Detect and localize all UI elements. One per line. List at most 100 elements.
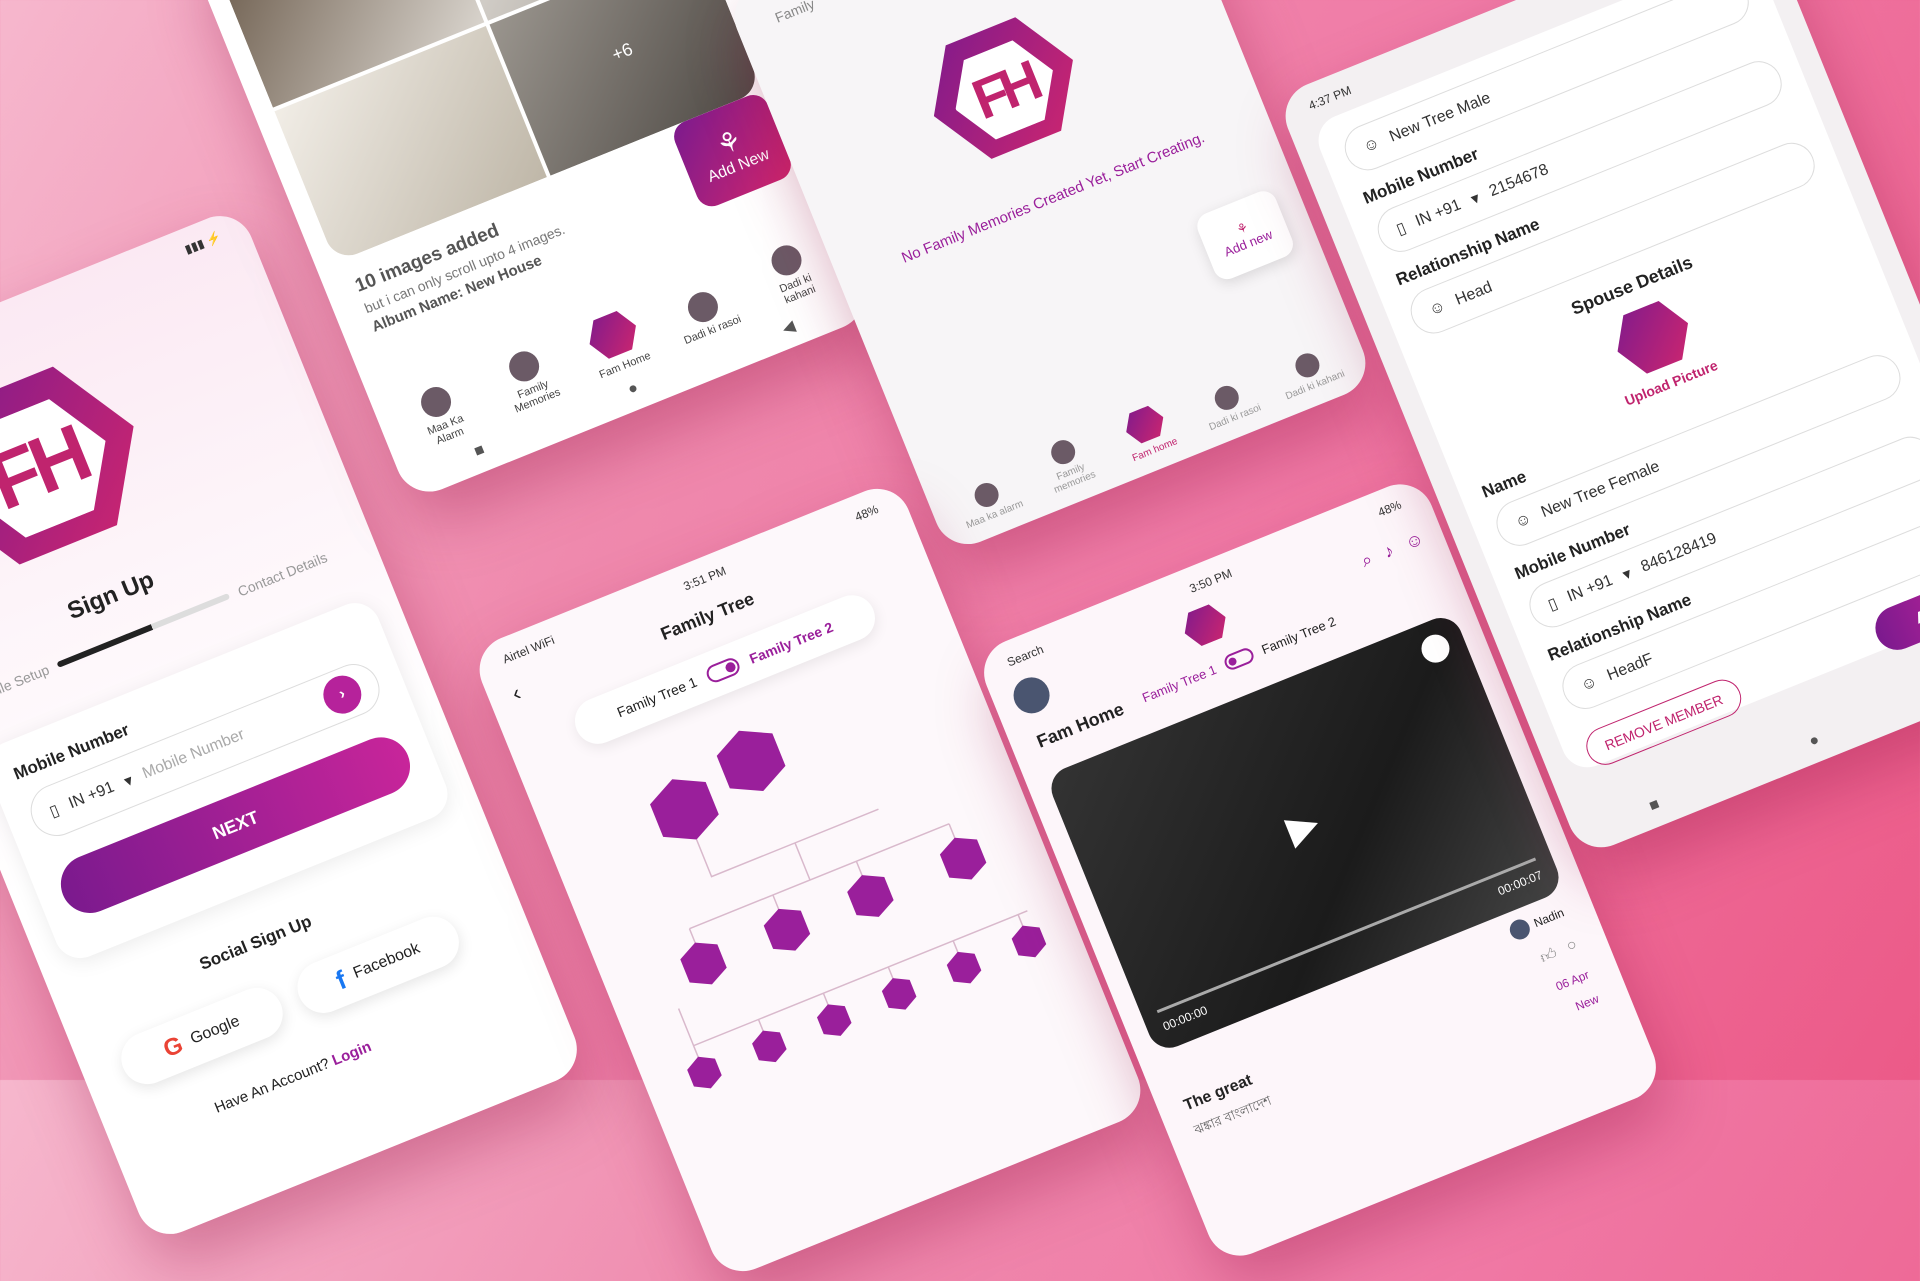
google-label: Google [188, 1012, 243, 1048]
mobile-input[interactable]: Mobile Number [140, 726, 247, 783]
next-arrow-button[interactable]: › [317, 669, 368, 720]
header-actions: ⌕ ♪ ☺ [1358, 528, 1427, 572]
nav-dadi-ki-kahani[interactable]: Dadi ki kahani [1273, 342, 1347, 402]
nav-fam-home[interactable]: Fam home [1108, 396, 1186, 467]
country-code-select[interactable]: IN +91 [1565, 572, 1616, 607]
play-icon[interactable]: ▶ [1280, 799, 1326, 853]
user-icon: ☺ [1360, 134, 1383, 157]
tree-node [939, 837, 987, 880]
nav-fam-home[interactable]: Fam Home [574, 302, 657, 383]
new-badge: New [1573, 991, 1601, 1014]
bottom-nav: Maa ka alarm Family memories Fam home Da… [925, 322, 1371, 542]
family-tree-screen: Airtel WiFi 3:51 PM 48% ‹ Family Tree Fa… [469, 478, 1151, 1281]
recents-icon[interactable]: ■ [1647, 796, 1663, 818]
mobile-input[interactable]: 2154678 [1487, 161, 1552, 201]
facebook-label: Facebook [350, 939, 423, 982]
post-actions: 👍︎ ○ [1538, 936, 1581, 968]
tree-node [763, 908, 811, 951]
nav-dadi-ki-rasoi[interactable]: Dadi ki rasoi [1193, 375, 1267, 435]
nav-dadi-ki-rasoi[interactable]: Dadi ki rasoi [668, 281, 745, 348]
spouse-mobile-input[interactable]: 846128419 [1639, 530, 1720, 577]
spouse-relationship-input[interactable]: HeadF [1605, 650, 1656, 685]
like-icon[interactable]: 👍︎ [1538, 944, 1561, 968]
tree-node [881, 978, 917, 1010]
post-date: 06 Apr [1553, 967, 1592, 994]
tree-node [946, 951, 982, 984]
google-button[interactable]: G Google [113, 980, 291, 1092]
page-title: Sign Up [63, 566, 158, 626]
relationship-input[interactable]: Head [1453, 279, 1495, 310]
toggle-switch[interactable] [704, 655, 743, 685]
have-account-text: Have An Account? [212, 1055, 333, 1117]
bell-icon[interactable]: ♪ [1381, 540, 1397, 563]
more-photos-count: +6 [609, 38, 636, 66]
carrier-text: Search [1005, 642, 1046, 670]
chevron-down-icon: ▾ [1468, 189, 1483, 209]
google-icon: G [159, 1031, 187, 1064]
add-new-memory-button[interactable]: ⚘ Add new [1193, 187, 1298, 284]
user-icon: ☺ [1578, 672, 1600, 695]
nav-dadi-ki-kahani[interactable]: Dadi ki kahani [751, 235, 832, 313]
toggle-switch[interactable] [1221, 646, 1256, 673]
alarm-icon [971, 479, 1003, 511]
user-icon: ☺ [1512, 509, 1534, 532]
poster-label: Nadin [1531, 905, 1567, 931]
nav-family-memories[interactable]: Family Memories [488, 341, 569, 419]
tree-node [752, 1030, 787, 1063]
memories-header: Family [772, 0, 817, 26]
rasoi-icon [1211, 382, 1243, 414]
phone-icon: ▯ [47, 801, 62, 821]
group-icon[interactable]: ☺ [1402, 528, 1427, 554]
time-text: 4:37 PM [1306, 82, 1354, 113]
comment-icon[interactable]: ○ [1564, 936, 1580, 957]
time-text: 3:50 PM [1187, 566, 1235, 596]
share-icon[interactable] [1417, 630, 1454, 667]
social-title: Social Sign Up [196, 911, 315, 974]
battery-text: 48% [1375, 497, 1404, 520]
tree-node [680, 942, 727, 985]
time-text: 3:51 PM [681, 563, 729, 594]
tree-node [650, 779, 719, 840]
tree-node [816, 1004, 852, 1036]
toggle-label-right[interactable]: Family Tree 2 [747, 619, 835, 667]
name-input[interactable]: New Tree Male [1387, 89, 1494, 146]
avatar[interactable] [1008, 671, 1055, 719]
app-logo: FH [0, 338, 169, 593]
back-icon[interactable]: ◀ [779, 316, 798, 339]
home-icon[interactable]: ● [1807, 731, 1823, 753]
battery-text: 48% [852, 502, 881, 525]
phone-icon: ▯ [1545, 595, 1561, 615]
nav-label: Family memories [1052, 461, 1098, 496]
app-logo [1177, 598, 1233, 652]
chevron-down-icon: ▾ [121, 772, 136, 791]
battery-icon: ▮▮▮ ⚡ [182, 229, 224, 257]
home-icon[interactable]: ● [625, 379, 641, 401]
avatar [1506, 916, 1533, 943]
tree-node [716, 730, 786, 792]
logo-mark: FH [963, 49, 1046, 131]
country-code-select[interactable]: IN +91 [1413, 196, 1464, 231]
empty-state-text: No Family Memories Created Yet, Start Cr… [899, 129, 1208, 267]
nav-family-memories[interactable]: Family memories [1029, 429, 1107, 499]
video-scrubber[interactable] [1156, 857, 1537, 1014]
tree-node [847, 875, 894, 917]
nav-label: Dadi ki rasoi [1207, 402, 1263, 434]
toggle-label-left[interactable]: Family Tree 1 [615, 674, 700, 721]
search-icon[interactable]: ⌕ [1358, 548, 1375, 571]
kahani-icon [1291, 349, 1323, 382]
recents-icon[interactable]: ■ [472, 441, 488, 463]
app-logo: FH [908, 0, 1098, 179]
login-link[interactable]: Login [330, 1038, 374, 1069]
country-code-select[interactable]: IN +91 [66, 779, 117, 814]
step-contact-details: Contact Details [235, 549, 330, 600]
memories-icon [1047, 436, 1079, 468]
facebook-icon: f [331, 963, 351, 995]
nav-maa-ka-alarm[interactable]: Maa Ka Alarm [401, 376, 482, 454]
phone-icon: ▯ [1394, 219, 1409, 239]
facebook-button[interactable]: f Facebook [289, 908, 467, 1021]
tree-node [1011, 925, 1047, 958]
chevron-down-icon: ▾ [1620, 565, 1635, 585]
step-profile-setup: Profile Setup [0, 661, 52, 707]
nav-maa-ka-alarm[interactable]: Maa ka alarm [953, 472, 1027, 532]
logo-mark: FH [0, 408, 98, 527]
